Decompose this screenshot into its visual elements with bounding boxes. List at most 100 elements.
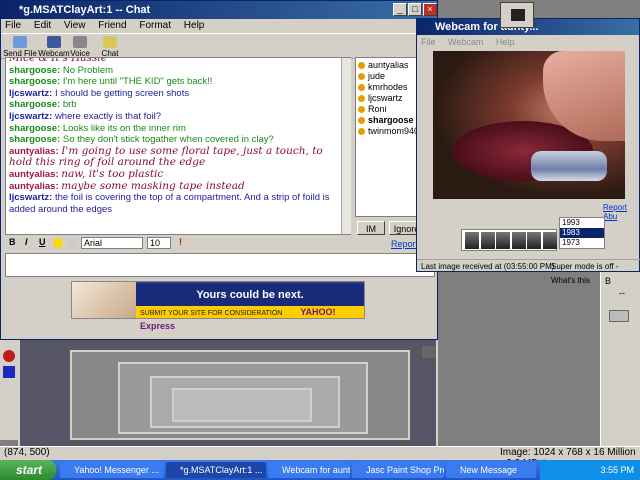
tiny-window-icon[interactable] [500,2,534,28]
user-status-icon [358,73,365,80]
year-item[interactable]: 1983 [560,228,604,238]
recursive-screenshot [172,388,312,422]
chat-message: shargoose: brb [9,99,347,111]
face-thumb-icon[interactable] [542,232,557,249]
task-paint-shop[interactable]: Jasc Paint Shop Pro... [352,462,444,478]
message-text: I should be getting screen shots [54,87,190,99]
webcam-status: Last image received at (03:55:00 PM) Sup… [417,259,640,285]
maximize-button[interactable]: □ [408,3,422,16]
message-author: shargoose: [9,99,63,111]
message-author: ljcswartz: [9,192,55,204]
chat-message: shargoose: I'm here until "THE KID" gets… [9,76,347,88]
size-select[interactable]: 10 [147,237,171,249]
face-thumb-icon[interactable] [511,232,526,249]
task-chat[interactable]: *g.MSATClayArt:1 ... [166,462,266,478]
year-item[interactable]: 1993 [560,218,604,228]
user-status-icon [358,106,365,113]
paint-status-bar: (874, 500) Image: 1024 x 768 x 16 Millio… [0,446,640,469]
user-name: Roni [368,104,387,114]
chat-message: ljcswartz: I should be getting screen sh… [9,88,347,100]
layer-thumb[interactable] [609,310,629,322]
user-name: shargoose [368,115,414,125]
message-author: auntyalias: [9,180,62,192]
super-mode-status[interactable]: Super mode is off - What's this [551,260,640,288]
chat-titlebar[interactable]: *g.MSATClayArt:1 -- Chat [1,1,437,19]
menu-view[interactable]: View [64,20,86,31]
chat-icon [103,36,117,48]
im-button[interactable]: IM [357,221,385,235]
report-abuse-link[interactable]: Report Abu [603,203,639,221]
face-thumb-icon[interactable] [496,232,510,249]
menu-file[interactable]: File [421,37,436,47]
message-author: shargoose: [9,64,63,76]
send-file-icon [13,36,27,48]
face-thumb-icon[interactable] [465,232,479,249]
alert-icon[interactable]: ! [179,237,182,247]
chat-toolbar: Send File Webcam Voice Chat [1,33,437,59]
ad-cta: SUBMIT YOUR SITE FOR CONSIDERATION YAHOO!… [136,306,364,331]
year-list[interactable]: 1993 1983 1973 [559,217,605,249]
chat-message: auntyalias: maybe some masking tape inst… [9,180,347,193]
menu-file[interactable]: File [5,20,21,31]
user-name: kmrhodes [368,82,408,92]
message-text: I'm here until "THE KID" gets back!! [62,76,213,88]
chat-transcript: Mice & It's Hassle shargoose: No Problem s… [5,57,351,235]
menu-webcam[interactable]: Webcam [448,37,483,47]
message-text: the foil is covering the top of a compar… [9,192,330,215]
taskbar: start Yahoo! Messenger ... *g.MSATClayAr… [0,460,640,480]
menu-help[interactable]: Help [496,37,515,47]
task-new-message[interactable]: New Message [446,462,536,478]
webcam-icon [47,36,61,48]
message-author: auntyalias: [9,168,62,180]
user-name: ljcswartz [368,93,403,103]
minimize-button[interactable]: _ [393,3,407,16]
user-name: jude [368,71,386,81]
menu-help[interactable]: Help [184,20,205,31]
task-yahoo-messenger[interactable]: Yahoo! Messenger ... [60,462,164,478]
color-swatch-icon[interactable] [3,350,15,362]
message-author: auntyalias: [9,145,62,157]
message-author: shargoose: [9,76,63,88]
system-tray: 3:55 PM [540,460,640,480]
message-author: ljcswartz: [9,110,55,122]
face-thumb-icon[interactable] [527,232,541,249]
format-toolbar: B I U Arial 10 ! [5,237,355,251]
emoticon-thumbs[interactable] [461,229,557,251]
message-author: ljcswartz: [9,87,55,99]
color-icon[interactable] [67,238,77,248]
menu-friend[interactable]: Friend [98,20,126,31]
bold-button[interactable]: B [9,237,16,247]
webcam-video [433,51,625,199]
side-label: -- [619,288,625,298]
message-text: Looks like its on the inner rim [62,122,186,134]
foil-tin [531,151,607,181]
smiley-icon[interactable] [53,238,63,248]
ad-photo [72,282,136,318]
chat-message: auntyalias: I'm going to use some floral… [9,145,347,169]
message-text: naw, it's too plastic [61,167,164,180]
user-name: auntyalias [368,60,409,70]
message-text: No Problem [62,64,114,76]
italic-button[interactable]: I [25,237,28,247]
message-text: brb [62,99,77,111]
task-webcam[interactable]: Webcam for aunty... [268,462,350,478]
close-icon[interactable] [422,346,436,358]
yahoo-ad-banner[interactable]: Yours could be next. SUBMIT YOUR SITE FO… [71,281,365,331]
underline-button[interactable]: U [39,237,46,247]
menu-format[interactable]: Format [139,20,171,31]
user-status-icon [358,84,365,91]
ad-headline: Yours could be next. [136,284,364,306]
message-input[interactable] [5,253,435,277]
transcript-scrollbar[interactable] [341,58,351,234]
coords-readout: (874, 500) [4,447,50,458]
message-author: shargoose: [9,134,63,146]
year-item[interactable]: 1973 [560,238,604,248]
color-swatch-icon[interactable] [3,366,15,378]
chat-message: shargoose: No Problem [9,65,347,77]
font-select[interactable]: Arial [81,237,143,249]
message-text: where exactly is that foil? [54,110,162,122]
menu-edit[interactable]: Edit [34,20,51,31]
close-button[interactable]: × [423,3,437,16]
start-button[interactable]: start [0,460,56,480]
face-thumb-icon[interactable] [480,232,495,249]
